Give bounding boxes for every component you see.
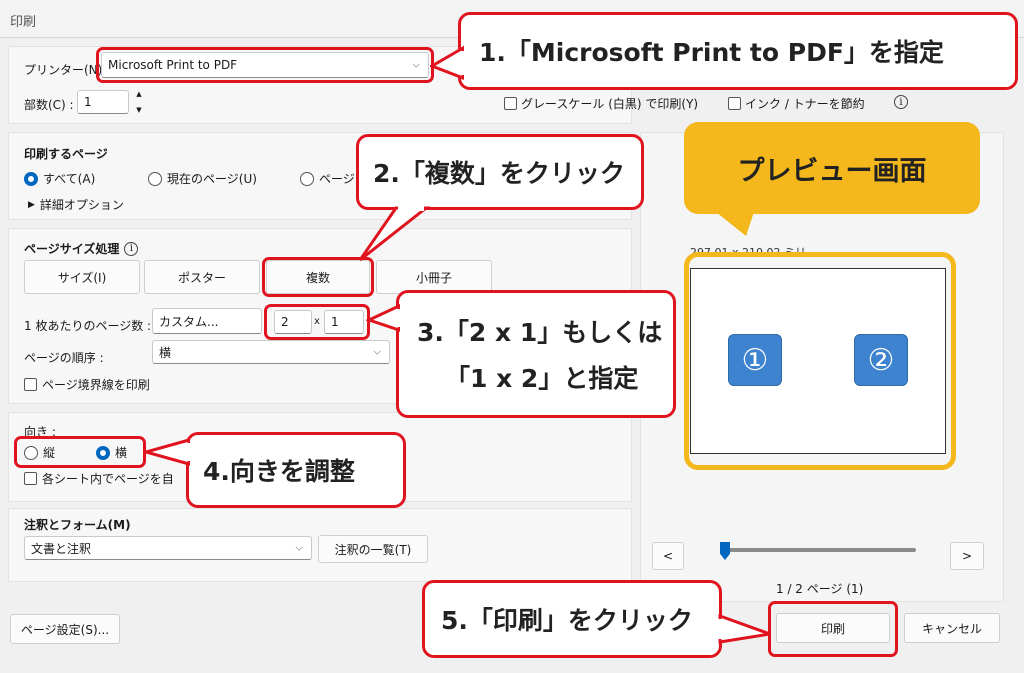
border-option[interactable]: ページ境界線を印刷 xyxy=(24,376,150,393)
printer-highlight xyxy=(96,47,434,83)
more-options-label: 詳細オプション xyxy=(39,198,124,212)
callout-2: 2.「複数」をクリック xyxy=(356,134,644,210)
border-label: ページ境界線を印刷 xyxy=(42,378,150,392)
spin-up-icon[interactable]: ▲ xyxy=(136,90,141,98)
page-sizing-heading: ページサイズ処理 i xyxy=(24,240,139,257)
next-label: > xyxy=(961,549,973,563)
preview-callout: プレビュー画面 xyxy=(684,122,980,214)
more-options[interactable]: ▶ 詳細オプション xyxy=(28,196,124,213)
auto-rotate-label: 各シート内でページを自 xyxy=(42,472,174,486)
annotations-summary-label: 注釈の一覧(T) xyxy=(334,542,412,557)
radio-all[interactable]: すべて(A) xyxy=(24,170,95,187)
callout-3-tail xyxy=(366,303,400,332)
info-icon[interactable]: i xyxy=(124,241,139,256)
cancel-button[interactable]: キャンセル xyxy=(904,613,1000,643)
per-sheet-value: カスタム... xyxy=(159,314,219,329)
callout-3: 3.「2 x 1」もしくは 「1 x 2」と指定 xyxy=(396,290,676,418)
per-sheet-label: 1 枚あたりのページ数 : xyxy=(24,319,152,333)
page-sizing-title: ページサイズ処理 xyxy=(24,242,120,256)
radio-pages-label: ページ xyxy=(319,172,355,186)
tab-size-label: サイズ(I) xyxy=(57,270,107,285)
grayscale-label: グレースケール (白黒) で印刷(Y) xyxy=(521,97,699,111)
callout-5-tail xyxy=(718,613,771,644)
tab-poster-label: ポスター xyxy=(177,270,226,285)
grayscale-option[interactable]: グレースケール (白黒) で印刷(Y) xyxy=(504,95,698,112)
radio-current[interactable]: 現在のページ(U) xyxy=(148,170,257,187)
chevron-down-icon: ⌵ xyxy=(373,346,381,358)
page-slider-track[interactable] xyxy=(720,548,916,552)
grayscale-checkbox[interactable] xyxy=(504,97,517,110)
triangle-right-icon: ▶ xyxy=(28,199,35,210)
per-sheet-select[interactable]: カスタム... xyxy=(152,308,262,334)
pages-title: 印刷するページ xyxy=(24,147,108,161)
chevron-down-icon: ⌵ xyxy=(295,542,303,554)
order-value: 横 xyxy=(159,345,172,360)
tab-booklet-label: 小冊子 xyxy=(415,270,452,285)
callout-5: 5.「印刷」をクリック xyxy=(422,580,722,658)
callout-4: 4.向きを調整 xyxy=(186,432,406,508)
next-page-button[interactable]: > xyxy=(950,542,984,570)
copies-spinner[interactable]: ▲ ▼ xyxy=(131,90,147,114)
save-ink-option[interactable]: インク / トナーを節約 xyxy=(728,95,865,112)
callout-3-line1: 3.「2 x 1」もしくは xyxy=(417,318,663,347)
callout-2-tail xyxy=(358,206,431,262)
copies-value: 1 xyxy=(84,95,92,109)
radio-current-dot[interactable] xyxy=(148,171,162,186)
cancel-label: キャンセル xyxy=(921,621,982,636)
printer-label: プリンター(N) xyxy=(24,63,103,77)
info-icon[interactable]: i xyxy=(894,95,908,109)
auto-rotate-checkbox[interactable] xyxy=(24,472,37,485)
orientation-highlight xyxy=(14,436,146,468)
spin-down-icon[interactable]: ▼ xyxy=(136,106,141,114)
preview-highlight xyxy=(684,252,956,470)
callout-1: 1.「Microsoft Print to PDF」を指定 xyxy=(458,12,1018,90)
radio-all-dot[interactable] xyxy=(24,171,38,186)
annotations-summary-button[interactable]: 注釈の一覧(T) xyxy=(318,535,428,563)
tab-size[interactable]: サイズ(I) xyxy=(24,260,140,294)
annotations-select[interactable]: 文書と注釈 ⌵ xyxy=(24,536,312,560)
print-highlight xyxy=(768,601,898,657)
radio-all-label: すべて(A) xyxy=(43,172,96,186)
tab-poster[interactable]: ポスター xyxy=(144,260,260,294)
radio-pages-dot[interactable] xyxy=(300,171,314,186)
save-ink-checkbox[interactable] xyxy=(728,97,741,110)
copies-label: 部数(C) : xyxy=(24,98,74,112)
callout-3-line2: 「1 x 2」と指定 xyxy=(445,364,639,393)
preview-callout-tail xyxy=(716,212,754,236)
border-checkbox[interactable] xyxy=(24,378,37,391)
callout-1-tail xyxy=(430,45,464,80)
annotations-value: 文書と注釈 xyxy=(31,541,92,556)
annotations-title: 注釈とフォーム(M) xyxy=(24,518,131,532)
callout-4-tail xyxy=(144,438,190,466)
grid-highlight xyxy=(264,304,370,340)
prev-label: < xyxy=(662,549,674,563)
page-setup-button[interactable]: ページ設定(S)... xyxy=(10,614,120,644)
tab-booklet[interactable]: 小冊子 xyxy=(376,260,492,294)
order-select[interactable]: 横 ⌵ xyxy=(152,340,390,364)
copies-input[interactable]: 1 xyxy=(77,90,129,114)
page-counter: 1 / 2 ページ (1) xyxy=(776,582,864,596)
save-ink-label: インク / トナーを節約 xyxy=(745,97,865,111)
radio-current-label: 現在のページ(U) xyxy=(167,172,257,186)
radio-pages[interactable]: ページ xyxy=(300,170,355,187)
prev-page-button[interactable]: < xyxy=(652,542,684,570)
order-label: ページの順序 : xyxy=(24,351,104,365)
page-setup-label: ページ設定(S)... xyxy=(20,622,110,637)
window-title: 印刷 xyxy=(10,15,37,30)
auto-rotate-option[interactable]: 各シート内でページを自 xyxy=(24,470,174,487)
